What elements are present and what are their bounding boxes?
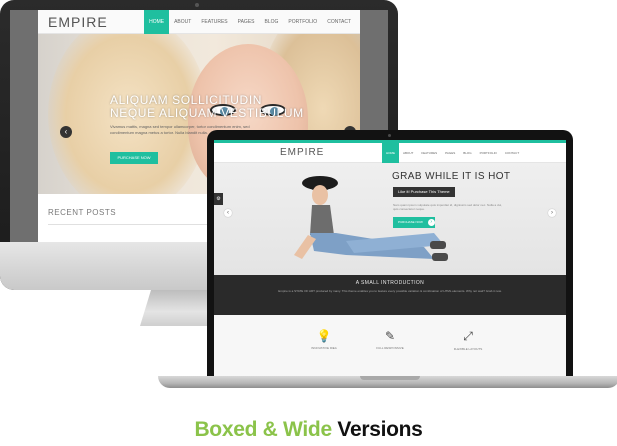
wide-hero-tag: Like it! Purchase This Theme	[393, 187, 455, 197]
boxed-logo[interactable]: EMPIRE	[48, 14, 108, 30]
boxed-nav: HOME ABOUT FEATURES PAGES BLOG PORTFOLIO…	[144, 10, 356, 34]
boxed-nav-home[interactable]: HOME	[144, 10, 170, 34]
boxed-nav-portfolio[interactable]: PORTFOLIO	[283, 10, 322, 34]
chevron-left-icon[interactable]: ‹	[60, 126, 72, 138]
wide-logo[interactable]: EMPIRE	[280, 147, 324, 158]
macbook-camera	[388, 134, 391, 137]
boxed-nav-features[interactable]: FEATURES	[196, 10, 232, 34]
boxed-header: EMPIRE HOME ABOUT FEATURES PAGES BLOG PO…	[38, 10, 360, 34]
boxed-hero-headline: ALIQUAM SOLLICITUDIN NEQUE ALIQUAM VESTI…	[110, 93, 304, 120]
intro-title: A SMALL INTRODUCTION	[355, 280, 425, 286]
feature-label: FULL RESPONSIVE	[376, 346, 404, 350]
imac-camera	[195, 3, 199, 7]
chevron-right-icon[interactable]: ›	[548, 209, 556, 217]
boxed-nav-pages[interactable]: PAGES	[233, 10, 260, 34]
feature-label: FLEXIBLE LAYOUTS	[453, 347, 483, 351]
wide-nav-features[interactable]: FEATURES	[417, 143, 441, 163]
feature-item: ✎ FULL RESPONSIVE	[370, 329, 410, 350]
macbook-screen: EMPIRE HOME ABOUT FEATURES PAGES BLOG PO…	[214, 140, 566, 376]
caption-versions: Versions	[337, 418, 423, 441]
wide-nav-blog[interactable]: BLOG	[459, 143, 475, 163]
settings-icon[interactable]: ⚙	[214, 193, 223, 205]
boxed-nav-about[interactable]: ABOUT	[169, 10, 196, 34]
arrow-right-icon: ›	[427, 219, 435, 226]
recent-posts-heading: RECENT POSTS	[48, 208, 117, 217]
wide-hero-slider: ⚙ GRAB WHILE IT IS HOT Like it! Purchase…	[214, 163, 566, 275]
lightbulb-icon: 💡	[316, 329, 332, 343]
wide-purchase-button[interactable]: PURCHASE NOW ›	[393, 217, 435, 228]
wide-nav-about[interactable]: ABOUT	[399, 143, 417, 163]
caption: Boxed & Wide Versions	[0, 418, 617, 442]
chevron-left-icon[interactable]: ‹	[224, 209, 232, 217]
macbook-device: EMPIRE HOME ABOUT FEATURES PAGES BLOG PO…	[207, 130, 573, 376]
feature-item: ⤢ FLEXIBLE LAYOUTS	[448, 329, 488, 351]
macbook-hinge-notch	[360, 376, 420, 380]
boxed-nav-blog[interactable]: BLOG	[259, 10, 283, 34]
intro-text: Empire is a STATE OF ART produced by man…	[278, 289, 502, 293]
wide-nav-home[interactable]: HOME	[382, 143, 399, 163]
wide-nav: HOME ABOUT FEATURES PAGES BLOG PORTFOLIO…	[382, 143, 523, 163]
wide-hero-headline: GRAB WHILE IT IS HOT	[392, 171, 511, 182]
expand-arrows-icon: ⤢	[463, 329, 473, 343]
wide-nav-portfolio[interactable]: PORTFOLIO	[476, 143, 501, 163]
feature-item: 💡 INNOVATIVE IDEA	[304, 329, 344, 350]
wide-hero-body: Nam quam ipsum vulputate quis imperdiet …	[393, 203, 502, 211]
wide-header: EMPIRE HOME ABOUT FEATURES PAGES BLOG PO…	[214, 143, 566, 163]
magic-wand-icon: ✎	[384, 329, 396, 343]
features-section: 💡 INNOVATIVE IDEA ✎ FULL RESPONSIVE ⤢ FL…	[214, 315, 566, 376]
boxed-nav-contact[interactable]: CONTACT	[322, 10, 356, 34]
wide-nav-pages[interactable]: PAGES	[441, 143, 459, 163]
wide-nav-contact[interactable]: CONTACT	[501, 143, 523, 163]
intro-section: A SMALL INTRODUCTION Empire is a STATE O…	[214, 275, 566, 315]
caption-boxed-wide: Boxed & Wide	[194, 418, 332, 441]
feature-label: INNOVATIVE IDEA	[311, 346, 337, 350]
boxed-purchase-button[interactable]: PURCHASE NOW	[110, 152, 158, 164]
wide-purchase-label: PURCHASE NOW	[398, 220, 423, 224]
